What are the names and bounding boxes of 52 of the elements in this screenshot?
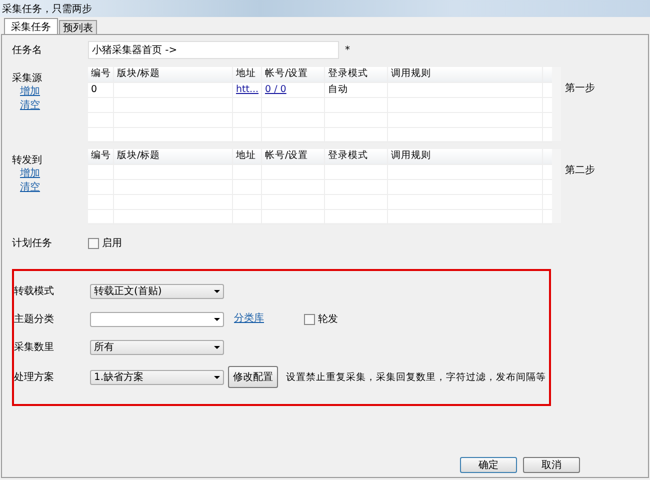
field-label: 处理方案 (14, 370, 55, 384)
tab[interactable]: 采集任务 (4, 18, 58, 34)
column-header: 地址 (233, 149, 262, 164)
table-link[interactable]: htt... (236, 84, 259, 95)
dropdown-arrow-icon (214, 346, 220, 348)
column-header: 版块/标题 (114, 67, 233, 82)
checkbox[interactable] (304, 314, 315, 324)
link[interactable]: 增加 (20, 85, 88, 99)
section-label: 采集源 (12, 72, 43, 85)
dropdown-arrow-icon (214, 290, 220, 292)
column-header: 调用规则 (388, 149, 543, 164)
modify-config-button[interactable]: 修改配置 (228, 366, 278, 388)
table-link[interactable]: 0 / 0 (265, 84, 286, 95)
dropdown[interactable]: 所有 (90, 340, 224, 354)
dropdown[interactable]: 1.缺省方案 (90, 370, 224, 384)
required-mark: * (345, 44, 350, 56)
section-label: 转发到 (12, 154, 43, 167)
task-name-field[interactable]: 小猪采集器首页 -> (88, 41, 339, 59)
table-cell: 0 (91, 84, 98, 95)
column-header: 帐号/设置 (262, 149, 325, 164)
dropdown-arrow-icon (214, 376, 220, 378)
dropdown-arrow-icon (214, 318, 220, 320)
field-label: 采集数里 (14, 340, 55, 354)
step-label: 第二步 (565, 164, 595, 178)
table-cell: 自动 (328, 84, 348, 95)
column-header: 调用规则 (388, 67, 543, 82)
checkbox-label: 轮发 (318, 313, 338, 326)
column-header: 编号 (88, 67, 114, 82)
ok-button[interactable]: 确定 (460, 457, 517, 473)
field-label: 主题分类 (14, 312, 55, 326)
link[interactable]: 清空 (20, 99, 88, 113)
field-label: 转载模式 (14, 284, 55, 298)
step-label: 第一步 (565, 82, 595, 96)
link[interactable]: 增加 (20, 167, 88, 181)
field-label: 任务名 (12, 44, 43, 57)
checkbox-label: 启用 (102, 236, 122, 250)
tab[interactable]: 预列表 (59, 20, 97, 34)
link[interactable]: 清空 (20, 181, 88, 195)
link[interactable]: 分类库 (234, 312, 264, 326)
dropdown[interactable] (90, 312, 224, 326)
column-header: 登录模式 (325, 67, 388, 82)
column-header: 帐号/设置 (262, 67, 325, 82)
window-title: 采集任务，只需两步 (2, 2, 92, 16)
dropdown[interactable]: 转载正文(首贴) (90, 284, 224, 298)
checkbox[interactable] (88, 238, 99, 248)
column-header: 编号 (88, 149, 114, 164)
column-header: 地址 (233, 67, 262, 82)
column-header: 版块/标题 (114, 149, 233, 164)
description-text: 设置禁止重复采集，采集回复数里，字符过滤，发布间隔等 (286, 370, 546, 384)
column-header: 登录模式 (325, 149, 388, 164)
cancel-button[interactable]: 取消 (523, 457, 580, 473)
field-label: 计划任务 (12, 236, 53, 250)
